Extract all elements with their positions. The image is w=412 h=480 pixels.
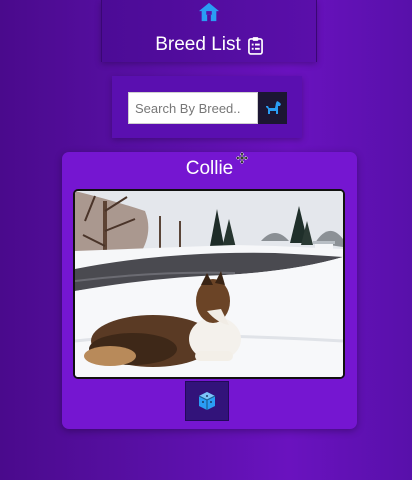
home-icon[interactable]: [198, 1, 220, 23]
page-title: Breed List: [155, 34, 241, 55]
dog-icon: [265, 101, 281, 114]
breed-photo: [73, 189, 345, 379]
breed-card: Collie: [62, 152, 357, 429]
move-cursor-icon: [236, 152, 248, 164]
clipboard-list-icon: [247, 36, 263, 55]
title-row: Breed List: [102, 31, 316, 59]
breed-name: Collie: [185, 158, 234, 179]
random-breed-button[interactable]: [185, 381, 229, 421]
cube-icon: [198, 392, 216, 410]
search-panel: [112, 76, 302, 138]
search-input[interactable]: [128, 92, 258, 124]
app-header: Breed List: [101, 0, 317, 62]
search-button[interactable]: [258, 92, 287, 124]
